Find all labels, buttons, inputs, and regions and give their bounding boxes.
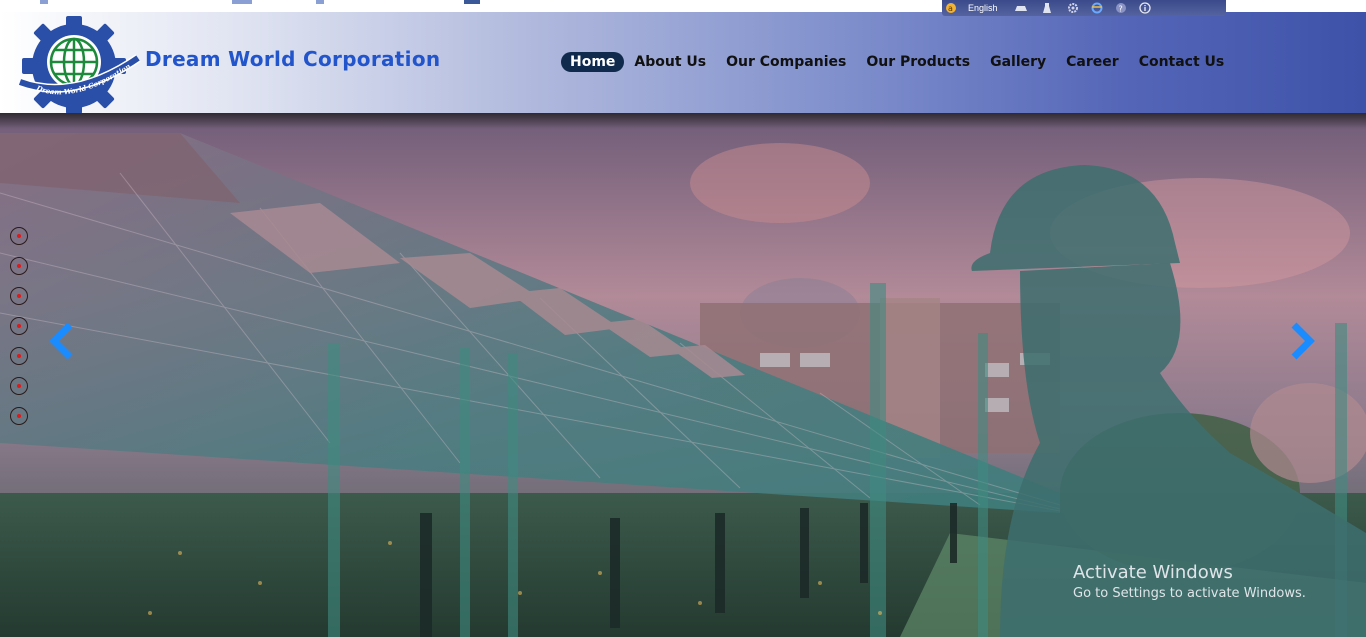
company-logo[interactable]: Dream World Corporation (14, 14, 142, 114)
nav-our-companies[interactable]: Our Companies (716, 52, 856, 72)
nav-about-us[interactable]: About Us (624, 52, 716, 72)
facebook-icon[interactable] (464, 0, 480, 4)
slide-dot-5[interactable] (10, 347, 28, 365)
info-icon[interactable] (1136, 2, 1154, 14)
watermark-title: Activate Windows (1073, 562, 1233, 583)
hero-image (0, 113, 1366, 637)
nav-home[interactable]: Home (561, 52, 625, 72)
keyboard-icon[interactable] (1012, 2, 1030, 14)
slide-dot-2[interactable] (10, 257, 28, 275)
chevron-right-icon (1291, 322, 1315, 360)
svg-text:a: a (948, 4, 953, 13)
site-header: Dream World Corporation Dream World Corp… (0, 12, 1366, 114)
watermark-subtitle: Go to Settings to activate Windows. (1073, 586, 1306, 601)
flask-icon[interactable] (1038, 2, 1056, 14)
slide-dot-3[interactable] (10, 287, 28, 305)
help-icon[interactable]: ? (1112, 2, 1130, 14)
main-nav: Home About Us Our Companies Our Products… (561, 52, 1234, 72)
slide-dot-4[interactable] (10, 317, 28, 335)
slide-dot-6[interactable] (10, 377, 28, 395)
slider-next-button[interactable] (1286, 321, 1320, 361)
translation-toolbar: a English ? (942, 0, 1226, 16)
slide-indicators (10, 227, 28, 437)
slide-dot-7[interactable] (10, 407, 28, 425)
header-shadow (0, 113, 1366, 129)
slide-dot-1[interactable] (10, 227, 28, 245)
translate-icon[interactable]: a (942, 2, 960, 14)
activate-windows-watermark: Activate Windows Go to Settings to activ… (1073, 562, 1306, 601)
slider-prev-button[interactable] (44, 321, 78, 361)
top-fragment (40, 0, 48, 4)
nav-career[interactable]: Career (1056, 52, 1129, 72)
brand-name[interactable]: Dream World Corporation (145, 47, 440, 71)
svg-text:?: ? (1118, 5, 1122, 14)
hero-slider (0, 113, 1366, 637)
top-fragment (232, 0, 252, 4)
top-fragment (316, 0, 324, 4)
language-label[interactable]: English (968, 3, 998, 13)
nav-our-products[interactable]: Our Products (856, 52, 980, 72)
nav-contact-us[interactable]: Contact Us (1129, 52, 1235, 72)
browser-icon[interactable] (1088, 2, 1106, 14)
gear-icon[interactable] (1064, 2, 1082, 14)
chevron-left-icon (49, 322, 73, 360)
nav-gallery[interactable]: Gallery (980, 52, 1056, 72)
